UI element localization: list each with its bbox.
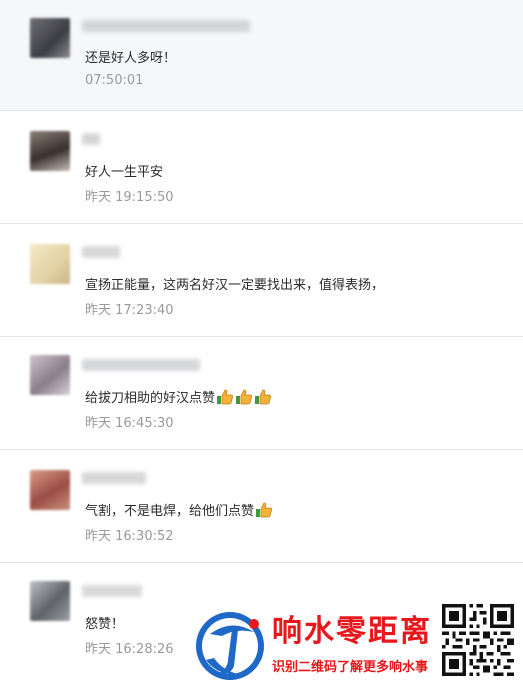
- username-redacted[interactable]: [82, 133, 100, 145]
- comment-time: 昨天 16:45:30: [85, 416, 174, 431]
- avatar[interactable]: [30, 18, 70, 58]
- avatar[interactable]: [30, 244, 70, 284]
- thumbs-up-icon: [217, 389, 234, 404]
- comment-item[interactable]: 好人一生平安 昨天 19:15:50: [0, 111, 523, 224]
- comment-text: 气割，不是电焊，给他们点赞: [85, 500, 273, 519]
- brand-logo-icon: [196, 612, 264, 680]
- comment-item[interactable]: 气割，不是电焊，给他们点赞 昨天 16:30:52: [0, 450, 523, 563]
- comment-text: 好人一生平安: [85, 165, 164, 180]
- comment-list: 还是好人多呀！ 07:50:01 好人一生平安 昨天 19:15:50 宣扬正能…: [0, 0, 523, 691]
- username-redacted[interactable]: [82, 585, 142, 597]
- comment-time: 昨天 17:23:40: [85, 303, 174, 318]
- comment-item[interactable]: 还是好人多呀！ 07:50:01: [0, 0, 523, 111]
- comment-text: 给拔刀相助的好汉点赞: [85, 387, 272, 406]
- thumbs-up-icon: [236, 389, 253, 404]
- qr-code-icon: [442, 604, 514, 676]
- watermark-overlay: 响水零距离 识别二维码了解更多响水事: [192, 600, 523, 691]
- brand-title: 响水零距离: [272, 614, 432, 649]
- comment-time: 昨天 16:30:52: [85, 529, 174, 544]
- comment-text: 还是好人多呀！: [85, 51, 177, 66]
- thumbs-up-icon: [255, 389, 272, 404]
- comment-item[interactable]: 给拔刀相助的好汉点赞 昨天 16:45:30: [0, 337, 523, 450]
- comment-time: 昨天 16:28:26: [85, 642, 174, 657]
- username-redacted[interactable]: [82, 359, 200, 371]
- comment-item[interactable]: 宣扬正能量，这两名好汉一定要找出来，值得表扬， 昨天 17:23:40: [0, 224, 523, 337]
- comment-time: 昨天 19:15:50: [85, 190, 174, 205]
- comment-time: 07:50:01: [85, 73, 144, 88]
- username-redacted[interactable]: [82, 472, 146, 484]
- avatar[interactable]: [30, 131, 70, 171]
- avatar[interactable]: [30, 355, 70, 395]
- avatar[interactable]: [30, 470, 70, 510]
- comment-text: 怒赞！: [85, 617, 125, 632]
- username-redacted[interactable]: [82, 20, 250, 32]
- username-redacted[interactable]: [82, 246, 120, 258]
- thumbs-up-icon: [256, 502, 273, 517]
- comment-text: 宣扬正能量，这两名好汉一定要找出来，值得表扬，: [85, 278, 385, 293]
- brand-subtitle: 识别二维码了解更多响水事: [272, 660, 429, 675]
- avatar[interactable]: [30, 581, 70, 621]
